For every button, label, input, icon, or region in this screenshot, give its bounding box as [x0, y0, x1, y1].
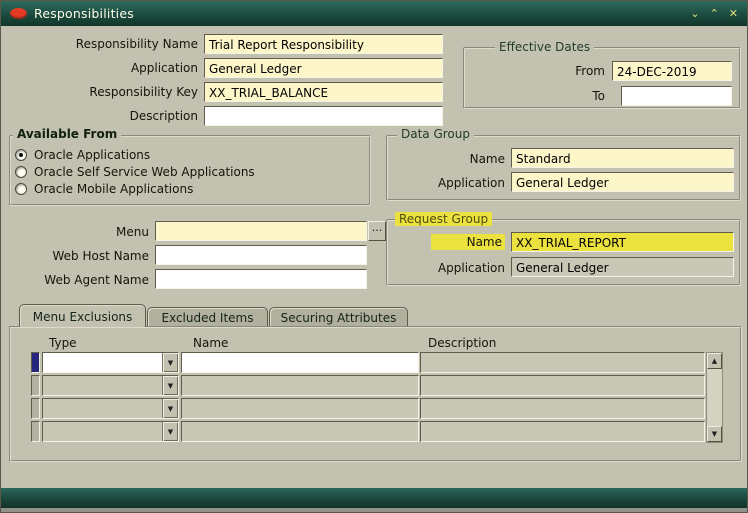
web-agent-name-field[interactable]	[155, 269, 367, 289]
exclusion-description-field[interactable]	[420, 398, 705, 419]
radio-unselected-icon	[15, 183, 27, 195]
menu-label: Menu	[116, 225, 149, 239]
record-selector[interactable]	[31, 398, 40, 419]
exclusion-name-field[interactable]	[181, 352, 419, 373]
application-label: Application	[130, 61, 198, 75]
exclusion-type-combo[interactable]: ▼	[42, 421, 179, 442]
record-selector[interactable]	[31, 375, 40, 396]
close-icon[interactable]: ✕	[729, 8, 738, 19]
responsibility-name-field[interactable]: Trial Report Responsibility	[204, 34, 443, 54]
minimize-icon[interactable]: ⌄	[690, 8, 699, 19]
exclusion-description-field[interactable]	[420, 375, 705, 396]
radio-oracle-mobile[interactable]: Oracle Mobile Applications	[15, 182, 193, 196]
exclusion-name-field[interactable]	[181, 375, 419, 396]
exclusion-type-combo[interactable]: ▼	[42, 375, 179, 396]
record-selector[interactable]	[31, 352, 40, 373]
window-title: Responsibilities	[34, 6, 134, 21]
from-date-field[interactable]: 24-DEC-2019	[612, 61, 732, 81]
radio-selected-icon	[15, 149, 27, 161]
exclusion-name-field[interactable]	[181, 421, 419, 442]
dropdown-arrow-icon[interactable]: ▼	[162, 399, 178, 418]
exclusion-type-value	[43, 422, 162, 441]
column-header-name: Name	[193, 336, 229, 350]
scroll-up-icon[interactable]: ▲	[707, 353, 722, 369]
window-controls: ⌄ ⌃ ✕	[690, 8, 738, 19]
to-date-field[interactable]	[621, 86, 732, 106]
dropdown-arrow-icon[interactable]: ▼	[162, 376, 178, 395]
request-group-application-field[interactable]: General Ledger	[511, 257, 734, 277]
request-group-application-label: Application	[437, 261, 505, 275]
description-field[interactable]	[204, 106, 443, 126]
data-group-application-field[interactable]: General Ledger	[511, 172, 734, 192]
scroll-down-icon[interactable]: ▼	[707, 426, 722, 442]
window-bottom-edge	[1, 508, 747, 512]
exclusion-type-combo[interactable]: ▼	[42, 398, 179, 419]
data-group-application-label: Application	[437, 176, 505, 190]
exclusion-type-combo[interactable]: ▼	[42, 352, 179, 373]
web-host-name-field[interactable]	[155, 245, 367, 265]
from-label: From	[575, 64, 605, 78]
exclusion-type-value	[43, 353, 162, 372]
oracle-logo-icon	[10, 8, 27, 19]
exclusion-type-value	[43, 399, 162, 418]
status-bar	[1, 488, 747, 508]
request-group-title: Request Group	[395, 212, 493, 226]
exclusion-description-field[interactable]	[420, 421, 705, 442]
responsibilities-window: Responsibilities ⌄ ⌃ ✕ Responsibility Na…	[0, 0, 748, 513]
tab-excluded-items[interactable]: Excluded Items	[147, 307, 268, 326]
responsibility-key-label: Responsibility Key	[89, 85, 198, 99]
menu-field[interactable]	[155, 221, 367, 241]
table-scrollbar[interactable]: ▲ ▼	[706, 352, 723, 443]
column-header-description: Description	[428, 336, 497, 350]
effective-dates-title: Effective Dates	[495, 40, 595, 54]
web-agent-name-label: Web Agent Name	[44, 273, 149, 287]
radio-label: Oracle Self Service Web Applications	[34, 165, 255, 179]
radio-oracle-applications[interactable]: Oracle Applications	[15, 148, 150, 162]
radio-unselected-icon	[15, 166, 27, 178]
column-header-type: Type	[49, 336, 77, 350]
restore-icon[interactable]: ⌃	[710, 8, 719, 19]
web-host-name-label: Web Host Name	[52, 249, 149, 263]
exclusion-type-value	[43, 376, 162, 395]
description-label: Description	[129, 109, 198, 123]
data-group-title: Data Group	[397, 127, 474, 141]
available-from-title: Available From	[13, 127, 122, 141]
radio-oracle-self-service[interactable]: Oracle Self Service Web Applications	[15, 165, 255, 179]
record-selector[interactable]	[31, 421, 40, 442]
request-group-name-label: Name	[431, 234, 505, 250]
exclusion-description-field[interactable]	[420, 352, 705, 373]
dropdown-arrow-icon[interactable]: ▼	[162, 422, 178, 441]
titlebar[interactable]: Responsibilities ⌄ ⌃ ✕	[1, 1, 747, 26]
data-group-name-label: Name	[469, 152, 505, 166]
responsibility-key-field[interactable]: XX_TRIAL_BALANCE	[204, 82, 443, 102]
tab-menu-exclusions[interactable]: Menu Exclusions	[19, 304, 146, 327]
menu-lov-button[interactable]: ...	[368, 221, 386, 241]
responsibility-name-label: Responsibility Name	[75, 37, 198, 51]
data-group-name-field[interactable]: Standard	[511, 148, 734, 168]
radio-label: Oracle Mobile Applications	[34, 182, 194, 196]
request-group-name-field[interactable]: XX_TRIAL_REPORT	[511, 232, 734, 252]
to-label: To	[592, 89, 605, 103]
radio-label: Oracle Applications	[34, 148, 151, 162]
dropdown-arrow-icon[interactable]: ▼	[162, 353, 178, 372]
application-field[interactable]: General Ledger	[204, 58, 443, 78]
exclusion-name-field[interactable]	[181, 398, 419, 419]
tab-securing-attributes[interactable]: Securing Attributes	[269, 307, 408, 326]
